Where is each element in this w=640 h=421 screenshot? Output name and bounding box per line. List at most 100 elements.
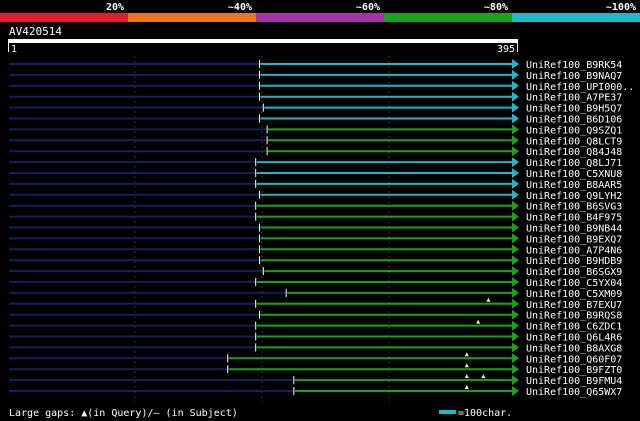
hit-row[interactable]: UniRef100_Q60F07 xyxy=(9,352,622,365)
hit-row[interactable]: UniRef100_C5XNU8 xyxy=(9,168,622,180)
hit-label[interactable]: UniRef100_Q9LYH2 xyxy=(526,191,622,202)
scale-label: ~100% xyxy=(606,2,636,13)
query-gap-marker xyxy=(481,374,486,379)
hit-row[interactable]: UniRef100_Q8LJ71 xyxy=(9,157,622,169)
hit-label[interactable]: UniRef100_Q8LJ71 xyxy=(526,158,622,169)
hit-arrowhead xyxy=(512,135,519,146)
hit-arrowhead xyxy=(512,266,519,277)
hit-label[interactable]: UniRef100_C5XNU8 xyxy=(526,169,622,180)
hit-row[interactable]: UniRef100_B9H5Q7 xyxy=(9,102,622,115)
hit-arrowhead xyxy=(512,244,519,255)
hit-row[interactable]: UniRef100_B9FMU4 xyxy=(9,374,622,387)
hit-arrowhead xyxy=(512,255,519,266)
hit-arrowhead xyxy=(512,189,519,200)
hit-label[interactable]: UniRef100_B9FZT0 xyxy=(526,365,622,376)
scale-segment xyxy=(256,13,385,22)
hit-arrowhead xyxy=(512,309,519,320)
hit-label[interactable]: UniRef100_A7P4N6 xyxy=(526,245,622,256)
hit-label[interactable]: UniRef100_Q65WX7 xyxy=(526,387,622,398)
hit-row[interactable]: UniRef100_B8AXG8 xyxy=(9,342,622,354)
hit-arrowhead xyxy=(512,157,519,168)
hit-arrowhead xyxy=(512,69,519,80)
query-gap-marker xyxy=(476,319,481,324)
hit-row[interactable]: UniRef100_B8AAR5 xyxy=(9,178,622,191)
hit-arrowhead xyxy=(512,178,519,189)
hit-arrowhead xyxy=(512,320,519,331)
hit-row[interactable]: UniRef100_Q9SZQ1 xyxy=(9,124,622,136)
hit-label[interactable]: UniRef100_B9RK54 xyxy=(526,60,622,71)
hit-label[interactable]: UniRef100_B4F975 xyxy=(526,213,622,224)
scale-segment xyxy=(128,13,257,22)
hit-row[interactable]: UniRef100_B6D106 xyxy=(9,113,622,126)
query-gap-marker xyxy=(464,352,469,357)
hit-row[interactable]: UniRef100_Q84J48 xyxy=(9,146,622,158)
hit-label[interactable]: UniRef100_B9RQS8 xyxy=(526,311,622,322)
hit-arrowhead xyxy=(512,331,519,342)
hit-arrowhead xyxy=(512,200,519,211)
hit-label[interactable]: UniRef100_Q9SZQ1 xyxy=(526,125,622,136)
hit-label[interactable]: UniRef100_B9EXQ7 xyxy=(526,234,622,245)
query-gap-marker xyxy=(464,363,469,368)
hit-row[interactable]: UniRef100_Q65WX7 xyxy=(9,385,622,398)
hit-label[interactable]: UniRef100_Q8LCT9 xyxy=(526,136,622,147)
scale-label: 20% xyxy=(106,2,124,13)
hit-arrowhead xyxy=(512,113,519,124)
scale-segment xyxy=(384,13,513,22)
hit-row[interactable]: UniRef100_B6SVG3 xyxy=(9,200,622,213)
hit-label[interactable]: UniRef100_B8AAR5 xyxy=(526,180,622,191)
identity-scale-bar xyxy=(0,13,640,22)
hit-row[interactable]: UniRef100_B9HDB9 xyxy=(9,255,622,267)
hit-label[interactable]: UniRef100_UPI000.. xyxy=(526,82,634,93)
hit-label[interactable]: UniRef100_Q60F07 xyxy=(526,354,622,365)
hit-label[interactable]: UniRef100_B7EXU7 xyxy=(526,300,622,311)
hit-label[interactable]: UniRef100_B9NAQ7 xyxy=(526,71,622,82)
hit-arrowhead xyxy=(512,91,519,102)
hit-row[interactable]: UniRef100_C5YX04 xyxy=(9,277,622,289)
hit-row[interactable]: UniRef100_B9EXQ7 xyxy=(9,233,622,245)
hit-label[interactable]: UniRef100_B6D106 xyxy=(526,115,622,126)
hit-row[interactable]: UniRef100_B9RQS8 xyxy=(9,309,622,322)
hit-label[interactable]: UniRef100_A7PE37 xyxy=(526,93,622,104)
hit-rows: UniRef100_B9RK54UniRef100_B9NAQ7UniRef10… xyxy=(9,59,634,398)
hit-label[interactable]: UniRef100_B8AXG8 xyxy=(526,343,622,354)
query-bar xyxy=(8,39,518,43)
hit-row[interactable]: UniRef100_B9FZT0 xyxy=(9,363,622,376)
hit-label[interactable]: UniRef100_C5XM09 xyxy=(526,289,622,300)
hit-row[interactable]: UniRef100_B9NB44 xyxy=(9,222,622,235)
hit-row[interactable]: UniRef100_Q9LYH2 xyxy=(9,189,622,202)
hit-row[interactable]: UniRef100_B7EXU7 xyxy=(9,297,622,311)
scale-segment xyxy=(512,13,640,22)
hit-row[interactable]: UniRef100_B6SGX9 xyxy=(9,266,622,278)
hit-label[interactable]: UniRef100_B9H5Q7 xyxy=(526,104,622,115)
hit-row[interactable]: UniRef100_A7PE37 xyxy=(9,91,622,104)
hit-label[interactable]: UniRef100_Q6L4R6 xyxy=(526,333,622,344)
hit-arrowhead xyxy=(512,375,519,386)
hit-label[interactable]: UniRef100_C6ZDC1 xyxy=(526,322,622,333)
query-gap-marker xyxy=(464,385,469,389)
hit-row[interactable]: UniRef100_B4F975 xyxy=(9,211,622,224)
scale-legend-label: =100char. xyxy=(458,408,512,419)
hit-row[interactable]: UniRef100_C5XM09 xyxy=(9,287,622,300)
hit-label[interactable]: UniRef100_B9NB44 xyxy=(526,224,622,235)
scale-label: ~60% xyxy=(356,2,380,13)
hit-label[interactable]: UniRef100_B6SVG3 xyxy=(526,202,622,213)
hit-row[interactable]: UniRef100_A7P4N6 xyxy=(9,244,622,256)
hit-label[interactable]: UniRef100_B6SGX9 xyxy=(526,267,622,278)
hit-row[interactable]: UniRef100_B9RK54 xyxy=(9,59,622,71)
hit-label[interactable]: UniRef100_C5YX04 xyxy=(526,278,622,289)
alignment-view: 20% ~40% ~60% ~80% ~100% AV420514 1 395 UniR… xyxy=(0,2,640,419)
gaps-legend: Large gaps: ▲(in Query)/— (in Subject) xyxy=(9,408,238,419)
hit-arrowhead xyxy=(512,102,519,113)
hit-arrowhead xyxy=(512,386,519,396)
hit-label[interactable]: UniRef100_B9FMU4 xyxy=(526,376,622,387)
hit-row[interactable]: UniRef100_C6ZDC1 xyxy=(9,319,622,333)
identity-scale-labels: 20% ~40% ~60% ~80% ~100% xyxy=(106,2,636,13)
hit-row[interactable]: UniRef100_Q8LCT9 xyxy=(9,135,622,147)
scale-segment xyxy=(0,13,129,22)
hit-label[interactable]: UniRef100_Q84J48 xyxy=(526,147,622,158)
query-gap-marker xyxy=(464,374,469,379)
hit-label[interactable]: UniRef100_B9HDB9 xyxy=(526,256,622,267)
hit-row[interactable]: UniRef100_UPI000.. xyxy=(9,80,634,93)
hit-row[interactable]: UniRef100_Q6L4R6 xyxy=(9,331,622,344)
hit-row[interactable]: UniRef100_B9NAQ7 xyxy=(9,69,622,82)
